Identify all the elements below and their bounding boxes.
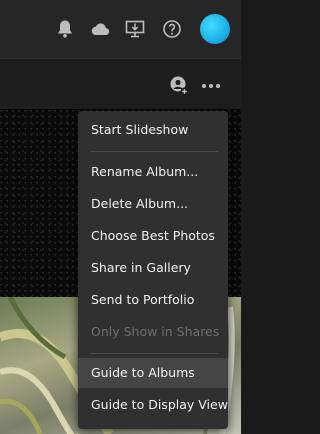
menu-item-only-show-in-shares: Only Show in Shares [91, 324, 220, 339]
menu-item-share-in-gallery[interactable]: Share in Gallery [78, 253, 228, 283]
menu-item-delete-album[interactable]: Delete Album... [78, 189, 228, 219]
menu-item-rename-album[interactable]: Rename Album... [78, 157, 228, 187]
cloud-icon[interactable] [88, 17, 112, 41]
top-toolbar [0, 0, 241, 59]
album-toolbar [0, 59, 241, 109]
menu-divider [90, 353, 218, 354]
menu-item-choose-best-photos[interactable]: Choose Best Photos [78, 221, 228, 251]
help-icon[interactable] [160, 17, 184, 41]
add-person-icon[interactable] [168, 75, 190, 97]
album-context-menu: Start Slideshow Rename Album... Delete A… [78, 111, 228, 429]
present-icon[interactable] [123, 17, 147, 41]
menu-item-send-to-portfolio[interactable]: Send to Portfolio [78, 285, 228, 315]
more-options-icon[interactable] [201, 83, 221, 89]
bell-icon[interactable] [53, 17, 77, 41]
menu-divider [90, 151, 218, 152]
menu-item-guide-to-albums[interactable]: Guide to Albums [78, 358, 228, 388]
menu-item-start-slideshow[interactable]: Start Slideshow [78, 115, 228, 145]
avatar[interactable] [200, 14, 230, 44]
menu-item-guide-to-display-view[interactable]: Guide to Display View [78, 390, 228, 420]
